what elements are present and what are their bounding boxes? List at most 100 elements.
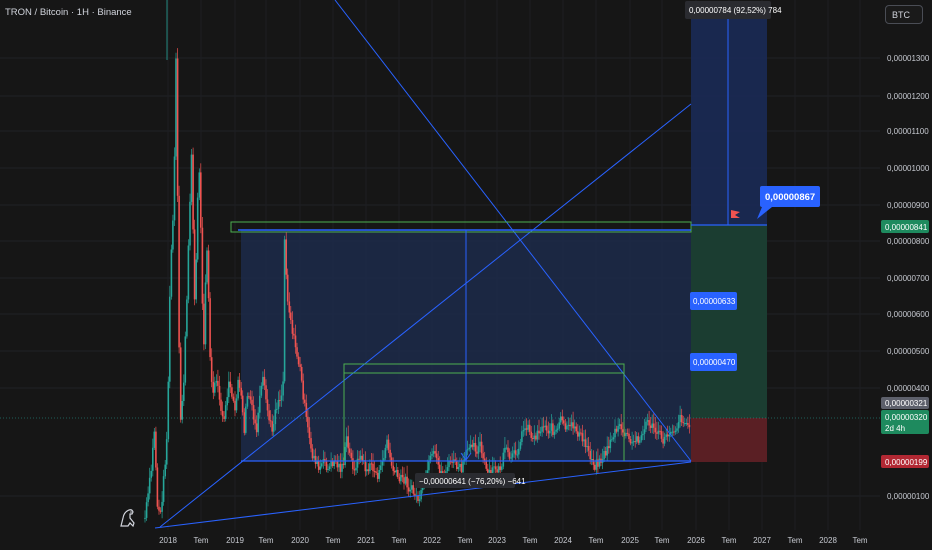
candle-body (485, 460, 487, 469)
candle-body (411, 485, 413, 490)
candle-body (372, 463, 374, 472)
candle-body (344, 446, 346, 466)
measure-target-zone[interactable] (691, 10, 767, 225)
candle-body (310, 438, 312, 449)
candle-body (187, 245, 190, 300)
candle-body (459, 464, 461, 467)
candle-body (625, 432, 627, 437)
candle-body (190, 154, 193, 202)
candle-body (283, 239, 286, 382)
candle-body (603, 451, 605, 460)
candle-body (637, 436, 640, 443)
candle-body (308, 427, 311, 438)
candle-body (271, 421, 273, 432)
candle-body (193, 229, 196, 300)
time-tick-label: Tem (457, 536, 472, 545)
candle-body (589, 450, 591, 460)
candle-body (373, 471, 376, 472)
candle-body (266, 399, 269, 411)
candle-body (276, 408, 278, 410)
candle-body (207, 250, 210, 299)
candle-body (687, 423, 689, 425)
candle-body (179, 347, 182, 420)
candle-body (584, 439, 587, 448)
price-tick-label: 0,00000600 (887, 310, 930, 319)
candle-body (497, 466, 500, 473)
candle-body (387, 439, 390, 450)
candle-body (204, 282, 207, 345)
price-tick-label: 0,00000900 (887, 201, 930, 210)
candle-body (487, 468, 489, 473)
candle-body (651, 423, 653, 428)
candle-body (488, 470, 491, 473)
candle-body (248, 396, 250, 398)
candle-body (432, 451, 435, 454)
candle-body (319, 466, 322, 470)
candle-body (618, 424, 621, 426)
candle-body (265, 385, 267, 400)
profit-zone[interactable] (691, 225, 767, 418)
candle-body (682, 422, 684, 424)
candle-body (215, 380, 218, 383)
candle-body (252, 405, 255, 420)
candle-body (229, 381, 232, 388)
candle-body (645, 421, 647, 430)
candle-body (345, 436, 348, 447)
candle-body (507, 447, 509, 453)
candle-body (224, 405, 227, 419)
candle-body (378, 470, 380, 479)
time-tick-label: Tem (258, 536, 273, 545)
candle-body (654, 427, 657, 433)
candle-body (612, 437, 615, 440)
candle-body (648, 420, 650, 426)
symbol-title[interactable]: TRON / Bitcoin · 1H · Binance (5, 7, 132, 18)
candle-body (508, 452, 511, 459)
candle-body (480, 441, 483, 454)
candle-body (223, 416, 225, 419)
candle-body (570, 422, 573, 427)
candle-body (516, 454, 519, 456)
candle-body (201, 227, 204, 304)
candle-body (282, 381, 284, 396)
candle-body (235, 398, 238, 411)
candle-body (567, 424, 570, 426)
candle-body (577, 431, 579, 437)
candle-body (545, 425, 548, 431)
candle-body (466, 449, 469, 451)
candle-body (418, 499, 421, 501)
loss-zone[interactable] (691, 418, 767, 462)
candle-body (505, 447, 508, 449)
candle-body (666, 434, 669, 437)
candle-body (347, 436, 349, 449)
candle-body (327, 469, 329, 470)
candle-body (331, 461, 334, 466)
candle-body (395, 470, 398, 473)
candle-body (501, 466, 503, 470)
tradingview-dino-icon[interactable] (118, 506, 138, 528)
candle-body (164, 464, 166, 477)
candle-body (162, 476, 165, 502)
candle-body (448, 461, 450, 468)
price-chart[interactable]: 0,00000784 (92,52%) 784 −0,00000641 (−76… (0, 0, 932, 550)
candle-body (556, 428, 559, 430)
candle-body (541, 426, 543, 432)
candle-body (172, 220, 174, 250)
candle-body (147, 493, 149, 503)
candle-body (401, 474, 404, 478)
candle-body (491, 467, 494, 474)
time-tick-label: 2022 (423, 536, 441, 545)
candle-body (314, 455, 317, 464)
candle-body (524, 428, 526, 430)
candle-body (535, 435, 537, 440)
candle-body (181, 401, 183, 420)
candle-body (210, 357, 213, 382)
time-tick-label: Tem (193, 536, 208, 545)
currency-button[interactable]: BTC (885, 5, 923, 24)
candle-body (530, 431, 532, 438)
time-tick-label: Tem (654, 536, 669, 545)
candle-body (341, 463, 343, 472)
candle-body (550, 423, 553, 431)
candle-body (353, 469, 356, 471)
candle-body (653, 423, 655, 428)
candle-body (412, 485, 415, 494)
